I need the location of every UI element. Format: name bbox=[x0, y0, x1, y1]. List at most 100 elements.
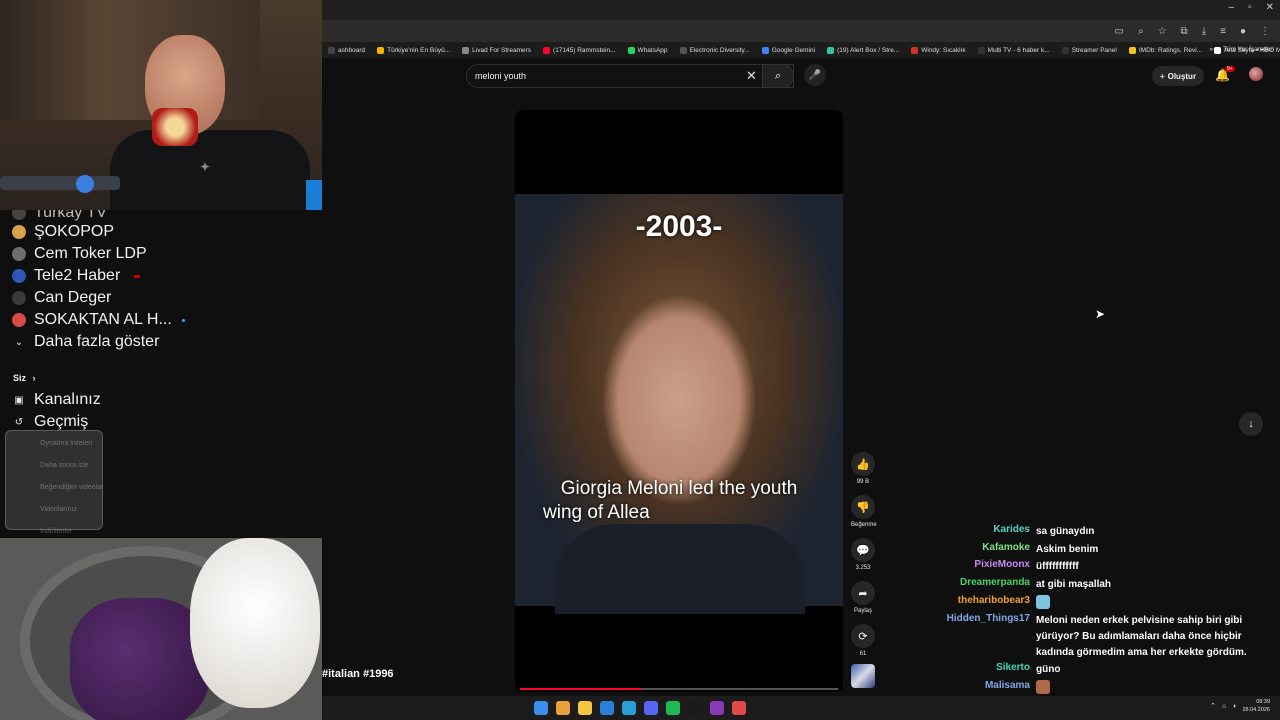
video-year-overlay: -2003- bbox=[635, 210, 723, 243]
taskbar-app-icon[interactable] bbox=[556, 701, 570, 715]
taskbar-app-icon[interactable] bbox=[710, 701, 724, 715]
bookmark-item[interactable]: (19) Alert Box / Stre... bbox=[821, 46, 905, 54]
dislike-button[interactable]: 👎 bbox=[851, 495, 875, 519]
account-avatar[interactable] bbox=[1249, 67, 1263, 81]
chat-username[interactable]: theharibobear3 bbox=[860, 595, 1036, 611]
taskbar-app-icon[interactable] bbox=[688, 701, 702, 715]
bookmark-item[interactable]: Electronic Diversity... bbox=[674, 46, 756, 54]
sidebar-item-label[interactable]: İndirilenler bbox=[40, 528, 72, 535]
you-section-header[interactable]: Siz › bbox=[13, 373, 36, 383]
download-icon[interactable]: ⤓ bbox=[1202, 26, 1206, 37]
menu-icon[interactable]: ⋮ bbox=[1260, 26, 1270, 37]
windows-taskbar: ⌃ ⌂ ◖ 08:39 28.04.2026 bbox=[322, 696, 1280, 720]
chat-username[interactable]: Kafamoke bbox=[860, 542, 1036, 558]
close-button[interactable]: ✕ bbox=[1266, 2, 1274, 13]
bookmarks-bar: ashboard Türkiye'nin En Büyü... Livad For … bbox=[322, 42, 1280, 58]
cast-icon[interactable]: ▭ bbox=[1115, 26, 1124, 37]
bookmark-item[interactable]: Windy: Sıcaklık bbox=[905, 46, 971, 54]
search-button[interactable]: ⌕ bbox=[762, 64, 794, 88]
chat-username[interactable]: Malisama bbox=[860, 680, 1036, 696]
bookmark-favicon-icon bbox=[977, 46, 985, 54]
bookmark-favicon-icon bbox=[911, 46, 919, 54]
voice-search-button[interactable]: 🎤 bbox=[804, 64, 826, 86]
chat-text-content: Meloni neden erkek pelvisine sahip biri … bbox=[1036, 615, 1247, 658]
bookmark-favicon-icon bbox=[543, 46, 551, 54]
chat-text-content: Askim benim bbox=[1036, 544, 1099, 555]
sidebar-item-label[interactable]: Daha sonra izle bbox=[40, 462, 89, 469]
mic-knob bbox=[76, 175, 94, 193]
chevron-down-icon: ⌄ bbox=[14, 336, 24, 348]
bookmark-item[interactable]: Streamer Panel bbox=[1056, 46, 1123, 54]
mouse-cursor-icon: ➤ bbox=[1095, 307, 1106, 321]
chat-username[interactable]: Dreamerpanda bbox=[860, 577, 1036, 593]
sidebar-item-label[interactable]: Videolarınız bbox=[40, 506, 77, 513]
next-video-button[interactable]: ↓ bbox=[1239, 412, 1263, 436]
sidebar-item-label[interactable]: Oynatma listeleri bbox=[40, 440, 92, 447]
channel-avatar bbox=[12, 313, 26, 327]
sidebar-item-history[interactable]: ↺ Geçmiş bbox=[12, 413, 89, 430]
shorts-video-player[interactable]: -2003- Giorgia Meloni led the youth wing… bbox=[515, 110, 843, 692]
taskbar-app-icon[interactable] bbox=[666, 701, 680, 715]
sidebar-subscription-item[interactable]: Tele2 Haber bbox=[12, 267, 141, 284]
zoom-icon[interactable]: ⌕ bbox=[1138, 26, 1144, 37]
bookmark-item[interactable]: (17145) Rammstein... bbox=[537, 46, 622, 54]
bookmark-favicon-icon bbox=[328, 46, 335, 54]
clear-search-icon[interactable]: ✕ bbox=[746, 68, 757, 84]
chat-username[interactable]: PixieMoonx bbox=[860, 559, 1036, 575]
bookmark-item[interactable]: Livad For Streamers bbox=[456, 46, 537, 54]
chat-username[interactable]: Karides bbox=[860, 524, 1036, 540]
bookmark-label: Multi TV - 6 haber k... bbox=[987, 46, 1050, 54]
sidebar-subscription-item[interactable]: Cem Toker LDP bbox=[12, 245, 147, 262]
minimize-button[interactable]: – bbox=[1229, 2, 1235, 13]
bookmark-item[interactable]: ashboard bbox=[322, 46, 371, 54]
chat-text: sa günaydın bbox=[1036, 524, 1266, 540]
all-bookmarks-button[interactable]: Tüm Yer İşaretleri bbox=[1223, 46, 1274, 53]
sidebar-item-your-channel[interactable]: ▣ Kanalınız bbox=[12, 391, 100, 408]
taskbar-app-icon[interactable] bbox=[732, 701, 746, 715]
system-tray: ⌃ ⌂ ◖ 08:39 28.04.2026 bbox=[1210, 698, 1270, 714]
bookmarks-more-button[interactable]: » bbox=[1209, 46, 1213, 53]
chat-username[interactable]: Hidden_Things17 bbox=[860, 613, 1036, 661]
sidebar-subscription-item[interactable]: Can Deger bbox=[12, 289, 111, 306]
chat-text: Askim benim bbox=[1036, 542, 1266, 558]
taskbar-app-icon[interactable] bbox=[644, 701, 658, 715]
sidebar-subscription-item[interactable]: SOKAKTAN AL H... bbox=[12, 311, 185, 328]
volume-icon[interactable]: ◖ bbox=[1232, 703, 1236, 710]
bookmark-item[interactable]: Google Gemini bbox=[756, 46, 821, 54]
star-icon[interactable]: ☆ bbox=[1158, 26, 1167, 37]
video-progress-bar[interactable] bbox=[520, 688, 838, 690]
sidebar-item-label: Cem Toker LDP bbox=[34, 245, 147, 262]
bookmark-label: WhatsApp bbox=[637, 46, 668, 54]
chat-message: Kafamoke Askim benim bbox=[860, 542, 1272, 558]
bookmark-label: Google Gemini bbox=[771, 46, 816, 54]
create-label: Oluştur bbox=[1167, 71, 1197, 81]
like-button[interactable]: 👍 bbox=[851, 452, 875, 476]
chat-text-content: güno bbox=[1036, 664, 1061, 675]
sidebar-subscription-item[interactable]: ŞOKOPOP bbox=[12, 223, 114, 240]
taskbar-app-icon[interactable] bbox=[622, 701, 636, 715]
network-icon[interactable]: ⌂ bbox=[1222, 703, 1226, 710]
bookmark-item[interactable]: Türkiye'nin En Büyü... bbox=[371, 46, 456, 54]
clock[interactable]: 08:39 28.04.2026 bbox=[1242, 698, 1270, 714]
chat-text: at gibi maşallah bbox=[1036, 577, 1266, 593]
taskbar-app-icon[interactable] bbox=[578, 701, 592, 715]
sidebar-item-label[interactable]: Beğendiğim videolar bbox=[40, 484, 103, 491]
profile-icon[interactable]: ● bbox=[1240, 26, 1246, 37]
bookmark-item[interactable]: IMDb: Ratings, Revi... bbox=[1123, 46, 1208, 54]
chat-username[interactable]: Sikerto bbox=[860, 662, 1036, 678]
taskbar-app-icon[interactable] bbox=[534, 701, 548, 715]
search-input[interactable]: meloni youth bbox=[466, 64, 794, 88]
create-button[interactable]: + Oluştur bbox=[1152, 66, 1204, 86]
video-caption-line2: wing of Allea bbox=[543, 502, 650, 523]
sidebar-item-label: Geçmiş bbox=[34, 413, 89, 430]
sidebar-item-label: Tele2 Haber bbox=[34, 267, 121, 284]
taskbar-app-icon[interactable] bbox=[600, 701, 614, 715]
chat-text-content: sa günaydın bbox=[1036, 526, 1095, 537]
tab-search-icon[interactable]: ≡ bbox=[1220, 26, 1226, 37]
bookmark-item[interactable]: WhatsApp bbox=[622, 46, 674, 54]
bookmark-item[interactable]: Multi TV - 6 haber k... bbox=[972, 46, 1056, 54]
show-more-button[interactable]: ⌄ Daha fazla göster bbox=[12, 333, 160, 350]
tray-chevron-icon[interactable]: ⌃ bbox=[1210, 702, 1216, 710]
extensions-icon[interactable]: ⧉ bbox=[1181, 26, 1188, 37]
maximize-button[interactable]: ▫ bbox=[1248, 2, 1252, 13]
